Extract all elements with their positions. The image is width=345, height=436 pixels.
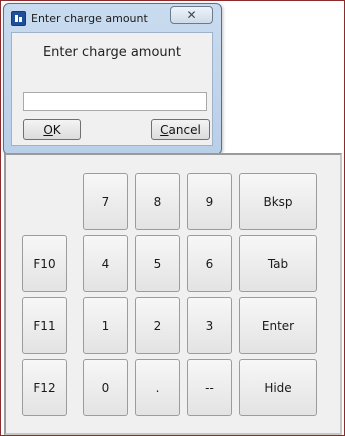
key-f12[interactable]: F12: [22, 359, 67, 416]
key-backspace[interactable]: Bksp: [239, 173, 317, 230]
app-icon: [11, 11, 26, 26]
ok-mnemonic: O: [43, 122, 53, 137]
key-5[interactable]: 5: [135, 235, 180, 292]
key-f10[interactable]: F10: [22, 235, 67, 292]
key-7[interactable]: 7: [83, 173, 128, 230]
key-f11[interactable]: F11: [22, 297, 67, 354]
dialog-title: Enter charge amount: [31, 12, 148, 25]
prompt-label: Enter charge amount: [42, 45, 182, 60]
close-icon: ✕: [186, 8, 197, 22]
cancel-button[interactable]: Cancel: [151, 119, 210, 140]
dialog-body: Enter charge amount OK Cancel: [11, 32, 213, 146]
key-3[interactable]: 3: [187, 297, 232, 354]
key-hide[interactable]: Hide: [239, 359, 317, 416]
key-0[interactable]: 0: [83, 359, 128, 416]
amount-input[interactable]: [23, 92, 207, 111]
close-button[interactable]: ✕: [170, 6, 213, 24]
ok-label: K: [52, 122, 61, 137]
key-4[interactable]: 4: [83, 235, 128, 292]
key-1[interactable]: 1: [83, 297, 128, 354]
cancel-label: ancel: [168, 122, 201, 137]
key-2[interactable]: 2: [135, 297, 180, 354]
ok-button[interactable]: OK: [23, 119, 81, 140]
charge-amount-dialog: Enter charge amount ✕ Enter charge amoun…: [3, 3, 222, 155]
cancel-mnemonic: C: [160, 122, 169, 137]
app-frame: Enter charge amount ✕ Enter charge amoun…: [0, 0, 345, 436]
key-8[interactable]: 8: [135, 173, 180, 230]
key-9[interactable]: 9: [187, 173, 232, 230]
keypad-panel: 7 8 9 Bksp F10 4 5 6 Tab F11 1 2 3 Enter…: [4, 153, 342, 435]
key-enter[interactable]: Enter: [239, 297, 317, 354]
key-tab[interactable]: Tab: [239, 235, 317, 292]
key-decimal-point[interactable]: .: [135, 359, 180, 416]
key-negative[interactable]: --: [187, 359, 232, 416]
key-6[interactable]: 6: [187, 235, 232, 292]
dialog-titlebar[interactable]: Enter charge amount ✕: [4, 4, 221, 32]
